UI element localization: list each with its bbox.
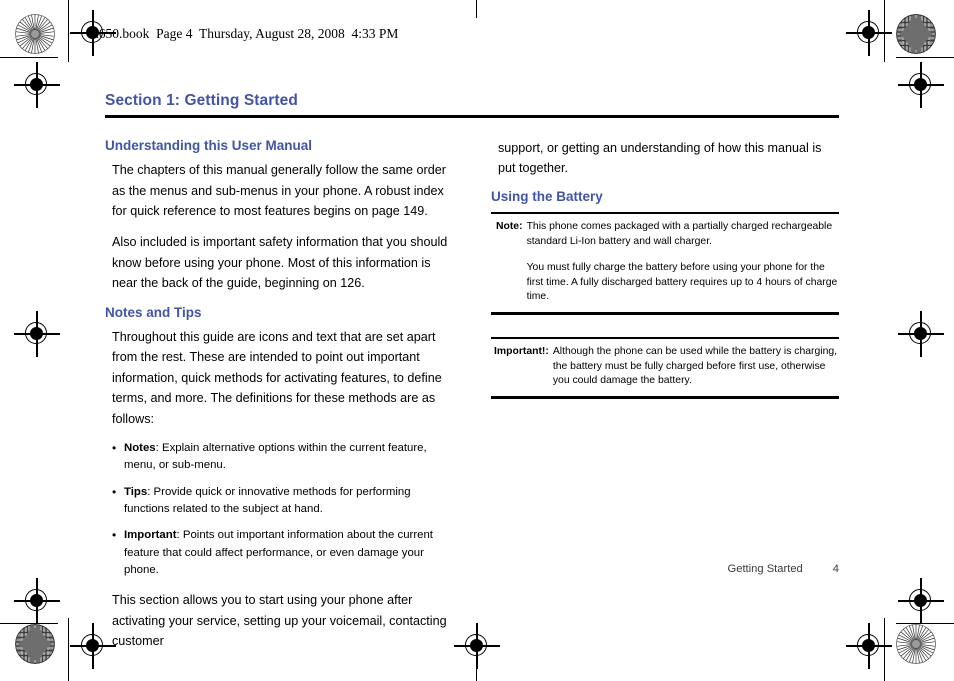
footer-section-label: Getting Started <box>727 563 803 575</box>
registration-mark-top-right <box>846 10 892 56</box>
registration-mark-upper-right <box>898 62 944 108</box>
registration-mark-middle-right <box>898 311 944 357</box>
registration-mark-bottom-right <box>846 623 892 669</box>
heading-understanding-this-user-manual: Understanding this User Manual <box>105 137 313 153</box>
callout-spacer <box>491 315 839 337</box>
document-file-header: u650.book Page 4 Thursday, August 28, 20… <box>92 26 399 41</box>
page-title: Section 1: Getting Started <box>105 92 298 109</box>
note-callout-label: Note: <box>496 221 523 233</box>
footer-page-number: 4 <box>832 563 839 575</box>
paragraph-manual-order: The chapters of this manual generally fo… <box>112 163 446 218</box>
heading-using-the-battery: Using the Battery <box>491 189 603 205</box>
left-column: Understanding this User Manual The chapt… <box>105 138 453 663</box>
important-callout-body: Although the phone can be used while the… <box>549 345 839 389</box>
column-gutter <box>453 138 491 663</box>
crossweave-mark-bottom-left <box>15 624 55 664</box>
list-item: Tips: Provide quick or innovative method… <box>112 483 453 519</box>
note-callout-paragraph-2: You must fully charge the battery before… <box>526 261 838 303</box>
note-callout-paragraph-1: This phone comes packaged with a partial… <box>526 221 833 248</box>
list-item-text: : Provide quick or innovative methods fo… <box>124 485 411 515</box>
list-item-term: Important <box>124 529 177 542</box>
list-item-term: Notes <box>124 441 156 454</box>
heading-notes-and-tips: Notes and Tips <box>105 304 202 320</box>
list-item-text: : Explain alternative options within the… <box>124 441 427 472</box>
document-page: u650.book Page 4 Thursday, August 28, 20… <box>0 0 954 681</box>
list-item: Notes: Explain alternative options withi… <box>112 439 453 475</box>
page-content: Section 1: Getting Started Understanding… <box>105 92 839 662</box>
right-column: support, or getting an understanding of … <box>491 138 839 663</box>
trim-line-vertical-center-top <box>476 0 478 18</box>
trim-line-horizontal-top-left <box>0 57 58 59</box>
paragraph-start-using-phone: This section allows you to start using y… <box>112 593 447 649</box>
note-callout: Note: This phone comes packaged with a p… <box>491 211 839 315</box>
starburst-mark-top-left <box>15 14 55 54</box>
registration-mark-lower-right <box>898 578 944 624</box>
definitions-list: Notes: Explain alternative options withi… <box>105 439 453 579</box>
section-title-rule <box>105 115 839 118</box>
paragraph-icons-and-text: Throughout this guide are icons and text… <box>112 330 442 426</box>
important-callout-label: Important!: <box>494 345 549 357</box>
trim-line-horizontal-top-right <box>896 57 954 59</box>
two-column-layout: Understanding this User Manual The chapt… <box>105 138 839 663</box>
page-footer: Getting Started 4 <box>105 563 839 575</box>
important-callout-rule-bottom <box>491 396 839 399</box>
registration-mark-lower-left <box>14 578 60 624</box>
starburst-mark-bottom-right <box>896 624 936 664</box>
paragraph-start-using-phone-continued: support, or getting an understanding of … <box>498 140 822 176</box>
important-callout: Important!: Although the phone can be us… <box>491 336 839 399</box>
note-callout-body: This phone comes packaged with a partial… <box>523 220 839 305</box>
registration-mark-middle-left <box>14 311 60 357</box>
list-item-term: Tips <box>124 485 148 498</box>
important-callout-paragraph-1: Although the phone can be used while the… <box>552 345 838 387</box>
paragraph-safety-information: Also included is important safety inform… <box>112 235 448 291</box>
crossweave-mark-top-right <box>896 14 936 54</box>
registration-mark-upper-left <box>14 62 60 108</box>
